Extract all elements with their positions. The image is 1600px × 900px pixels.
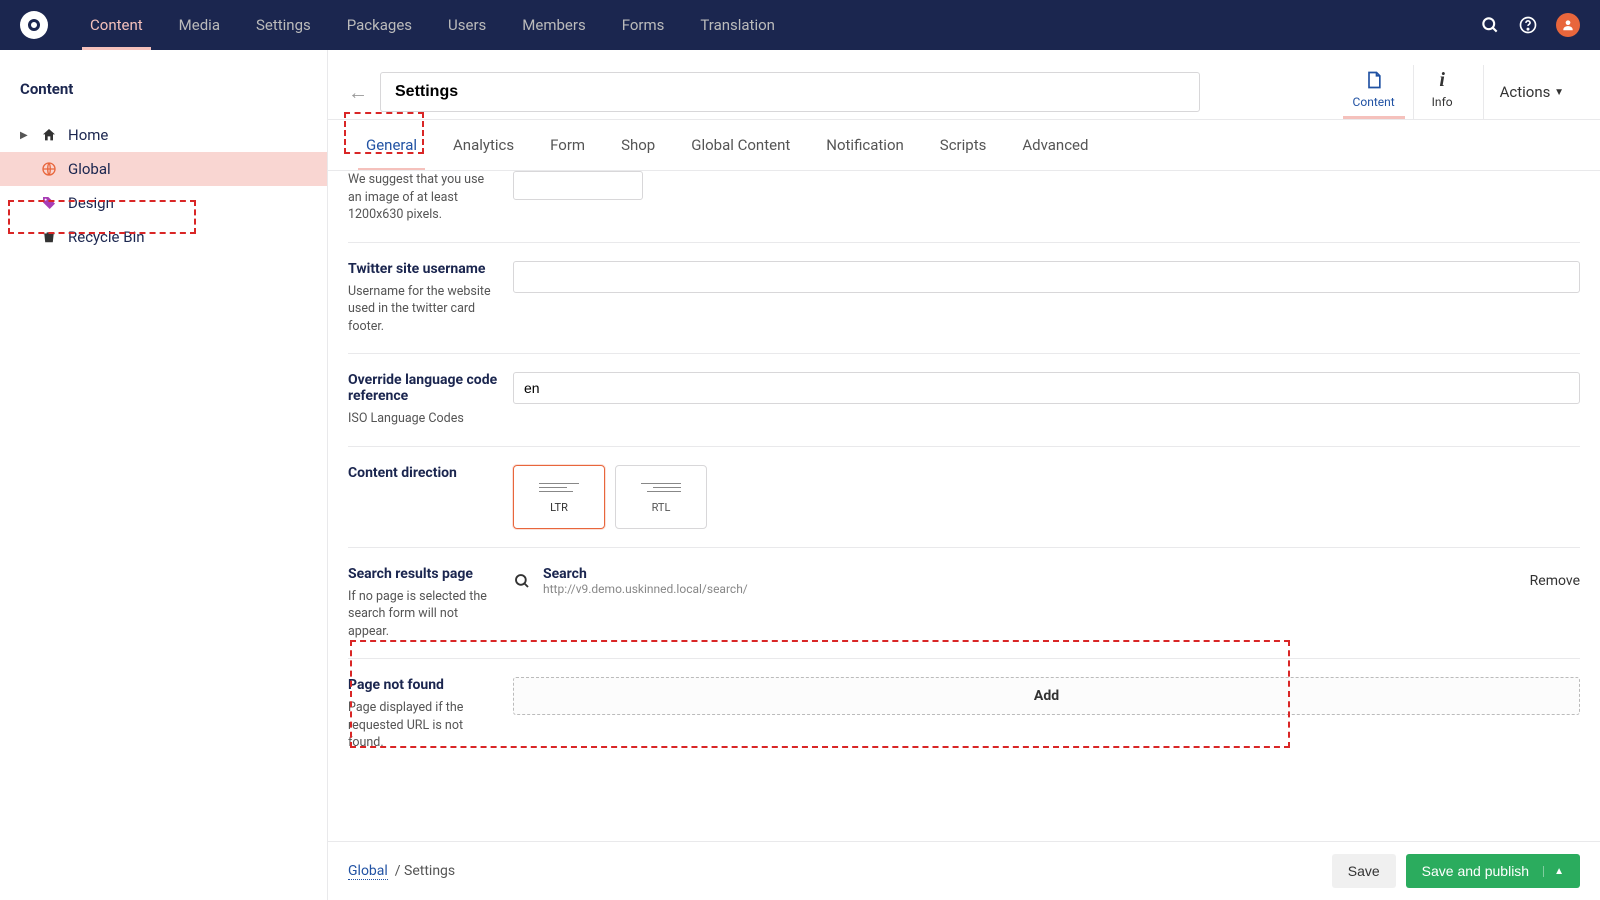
breadcrumb: Global / Settings (348, 863, 455, 879)
direction-ltr-option[interactable]: LTR (513, 465, 605, 529)
nav-users[interactable]: Users (430, 0, 504, 50)
prop-label: Search results page (348, 566, 498, 582)
prop-label: Page not found (348, 677, 498, 693)
editor-main: ← Content i Info Actions ▼ General Analy… (328, 50, 1600, 900)
ltr-icon (539, 480, 579, 495)
prop-search-results-page: Search results page If no page is select… (348, 548, 1580, 660)
editor-footer: Global / Settings Save Save and publish … (328, 841, 1600, 900)
tree-item-global[interactable]: Global (0, 152, 327, 186)
nav-content[interactable]: Content (72, 0, 161, 50)
tab-shop[interactable]: Shop (603, 120, 673, 170)
option-label: LTR (550, 501, 568, 514)
prop-description: If no page is selected the search form w… (348, 588, 498, 641)
nav-media[interactable]: Media (161, 0, 238, 50)
picked-node-url: http://v9.demo.uskinned.local/search/ (543, 582, 1518, 596)
tab-general[interactable]: General (348, 120, 435, 170)
breadcrumb-parent[interactable]: Global (348, 863, 388, 880)
prop-label: Twitter site username (348, 261, 498, 277)
logo[interactable] (20, 11, 48, 39)
tab-scripts[interactable]: Scripts (922, 120, 1005, 170)
app-info[interactable]: i Info (1413, 65, 1471, 119)
publish-label: Save and publish (1422, 863, 1529, 879)
prop-label: Override language code reference (348, 372, 498, 404)
save-and-publish-button[interactable]: Save and publish ▲ (1406, 854, 1580, 888)
search-icon (513, 572, 531, 590)
nav-members[interactable]: Members (504, 0, 603, 50)
language-code-input[interactable] (513, 372, 1580, 404)
editor-header: ← Content i Info Actions ▼ (328, 50, 1600, 120)
tab-form[interactable]: Form (532, 120, 603, 170)
option-label: RTL (652, 501, 671, 514)
node-name-input[interactable] (380, 72, 1200, 112)
prop-description: We suggest that you use an image of at l… (348, 171, 498, 224)
sidebar: Content ▶ Home Global Design Recycle Bin (0, 50, 328, 900)
tab-notification[interactable]: Notification (808, 120, 922, 170)
caret-icon[interactable]: ▶ (20, 130, 30, 141)
app-content[interactable]: Content (1335, 65, 1413, 119)
help-icon[interactable] (1518, 15, 1538, 35)
app-label: Info (1432, 95, 1453, 109)
prop-content-direction: Content direction LTR RTL (348, 447, 1580, 548)
twitter-username-input[interactable] (513, 261, 1580, 293)
info-icon: i (1439, 69, 1445, 91)
trash-icon (40, 229, 58, 245)
tab-advanced[interactable]: Advanced (1004, 120, 1106, 170)
prop-twitter-username: Twitter site username Username for the w… (348, 243, 1580, 355)
prop-page-not-found: Page not found Page displayed if the req… (348, 659, 1580, 770)
add-page-button[interactable]: Add (513, 677, 1580, 715)
globe-icon (40, 161, 58, 177)
rtl-icon (641, 480, 681, 495)
direction-rtl-option[interactable]: RTL (615, 465, 707, 529)
app-label: Content (1353, 95, 1395, 109)
chevron-down-icon: ▼ (1554, 87, 1564, 98)
prop-description: Page displayed if the requested URL is n… (348, 699, 498, 752)
picked-node-title: Search (543, 566, 1518, 582)
tree-label: Home (68, 126, 108, 144)
tree-item-home[interactable]: ▶ Home (0, 118, 327, 152)
search-icon[interactable] (1480, 15, 1500, 35)
content-tabs: General Analytics Form Shop Global Conte… (328, 120, 1600, 171)
nav-translation[interactable]: Translation (682, 0, 793, 50)
nav-settings[interactable]: Settings (238, 0, 329, 50)
nav-packages[interactable]: Packages (329, 0, 430, 50)
home-icon (40, 127, 58, 143)
prop-description: Username for the website used in the twi… (348, 283, 498, 336)
nav-forms[interactable]: Forms (604, 0, 683, 50)
tag-icon (40, 195, 58, 211)
remove-button[interactable]: Remove (1530, 573, 1580, 589)
tree-label: Global (68, 160, 111, 178)
user-avatar[interactable] (1556, 13, 1580, 37)
tab-analytics[interactable]: Analytics (435, 120, 532, 170)
tree-item-recycle[interactable]: Recycle Bin (0, 220, 327, 254)
tree-label: Design (68, 194, 114, 212)
prop-description: ISO Language Codes (348, 410, 498, 428)
top-nav-items: Content Media Settings Packages Users Me… (72, 0, 1480, 50)
tree-label: Recycle Bin (68, 228, 145, 246)
top-nav: Content Media Settings Packages Users Me… (0, 0, 1600, 50)
chevron-up-icon[interactable]: ▲ (1543, 866, 1564, 877)
actions-menu-button[interactable]: Actions ▼ (1483, 65, 1580, 119)
properties-panel[interactable]: We suggest that you use an image of at l… (328, 171, 1600, 841)
breadcrumb-current: Settings (404, 863, 455, 879)
prop-label: Content direction (348, 465, 498, 481)
prop-language-code: Override language code reference ISO Lan… (348, 354, 1580, 447)
tab-global-content[interactable]: Global Content (673, 120, 808, 170)
tree-item-design[interactable]: Design (0, 186, 327, 220)
sidebar-title: Content (0, 70, 327, 118)
save-button[interactable]: Save (1332, 854, 1396, 888)
image-size-input[interactable] (513, 171, 643, 200)
back-arrow-icon[interactable]: ← (348, 80, 368, 105)
